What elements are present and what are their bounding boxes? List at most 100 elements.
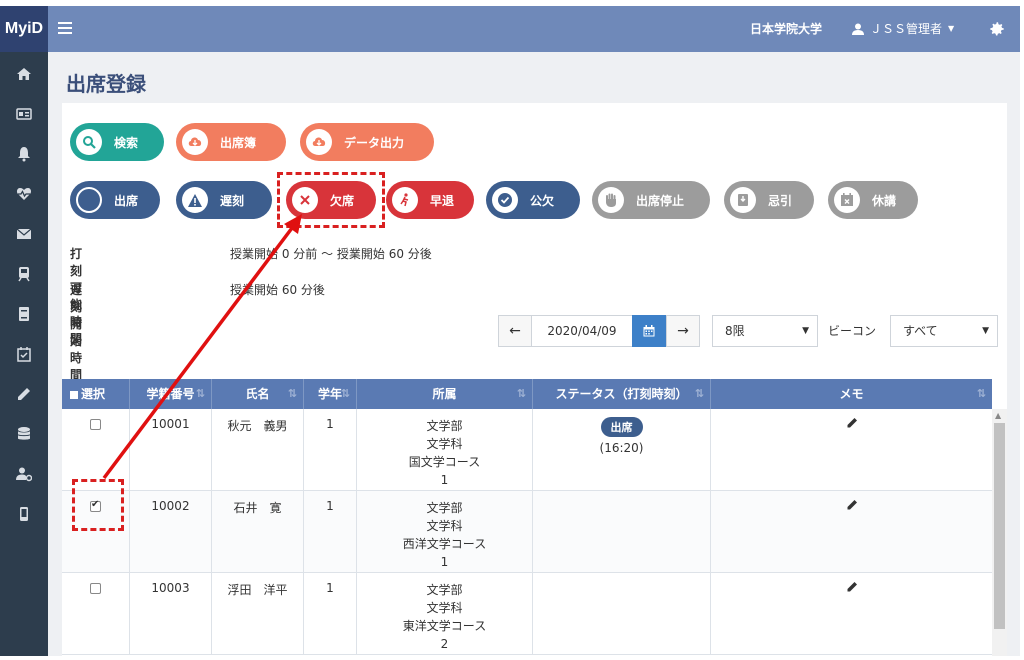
- student-affiliation: 文学部 文学科 東洋文学コース 2: [357, 573, 533, 655]
- attendance-status: 出席 (16:20): [533, 409, 711, 491]
- header-affiliation[interactable]: 所属 ⇅: [357, 379, 533, 409]
- student-id: 10001: [130, 409, 212, 491]
- menu-toggle-icon[interactable]: [58, 19, 72, 37]
- student-affiliation: 文学部 文学科 国文学コース 1: [357, 409, 533, 491]
- user-settings-icon[interactable]: [16, 466, 32, 482]
- sort-icon: ⇅: [340, 387, 350, 400]
- student-year: 1: [304, 491, 357, 573]
- student-year: 1: [304, 409, 357, 491]
- student-id: 10002: [130, 491, 212, 573]
- header-student-id[interactable]: 学籍番号 ⇅: [130, 379, 212, 409]
- user-menu[interactable]: ＪＳＳ管理者 ▼: [852, 6, 954, 52]
- bell-icon[interactable]: [16, 146, 32, 162]
- envelope-icon[interactable]: [16, 226, 32, 242]
- beacon-label: ビーコン: [828, 324, 877, 338]
- late-time-label: 遅刻開始時間: [70, 283, 83, 382]
- pencil-icon[interactable]: [846, 499, 858, 511]
- mobile-icon[interactable]: [16, 506, 32, 522]
- attendance-book-button[interactable]: 出席簿: [176, 123, 286, 161]
- memo-cell: [711, 573, 992, 655]
- book-icon[interactable]: [16, 306, 32, 322]
- university-name: 日本学院大学: [750, 22, 823, 36]
- pencil-icon[interactable]: [846, 581, 858, 593]
- database-icon[interactable]: [16, 426, 32, 442]
- highlight-absent-button: [277, 172, 385, 228]
- late-time-value: 授業開始 60 分後: [230, 283, 325, 297]
- calendar-check-icon[interactable]: [16, 346, 32, 362]
- caret-down-icon: ▼: [802, 326, 809, 336]
- student-name: 秋元 義男: [212, 409, 304, 491]
- attendance-status: [533, 491, 711, 573]
- warning-icon: [188, 193, 202, 207]
- scrollbar-thumb[interactable]: [994, 423, 1005, 629]
- student-name: 石井 寛: [212, 491, 304, 573]
- table-header: 選択 学籍番号 ⇅ 氏名 ⇅ 学年 ⇅ 所属 ⇅ ステータス（打刻時刻） ⇅ メモ ⇅: [62, 379, 992, 409]
- gear-icon[interactable]: [988, 20, 1006, 38]
- highlight-row-checkbox: [72, 479, 124, 531]
- header-memo[interactable]: メモ ⇅: [711, 379, 992, 409]
- student-id: 10003: [130, 573, 212, 655]
- status-early-leave-button[interactable]: 早退: [386, 181, 474, 219]
- check-circle-icon: [498, 193, 512, 207]
- top-bar: MyiD 日本学院大学 ＪＳＳ管理者 ▼: [0, 6, 1020, 52]
- calendar-x-icon: [841, 193, 853, 206]
- beacon-value: すべて: [903, 324, 938, 338]
- pencil-icon[interactable]: [846, 417, 858, 429]
- home-icon[interactable]: [16, 66, 32, 82]
- header-status[interactable]: ステータス（打刻時刻） ⇅: [533, 379, 711, 409]
- sidebar: [0, 52, 48, 656]
- table-scrollbar[interactable]: ▲: [992, 409, 1007, 656]
- status-present-button[interactable]: 出席: [70, 181, 160, 219]
- search-button[interactable]: 検索: [70, 123, 164, 161]
- header-name[interactable]: 氏名 ⇅: [212, 379, 304, 409]
- status-badge: 出席: [600, 417, 643, 437]
- status-late-button[interactable]: 遅刻: [176, 181, 272, 219]
- main-panel: 検索 出席簿 データ出力 出席 遅刻 欠席 早退 公欠 出席停止 忌引 休講 打…: [62, 103, 1007, 656]
- header-select[interactable]: 選択: [62, 379, 130, 409]
- period-value: 8限: [725, 324, 745, 338]
- period-select[interactable]: 8限 ▼: [712, 315, 818, 347]
- stamp-time-value: 授業開始 0 分前 〜 授業開始 60 分後: [230, 247, 432, 261]
- table-row: 10001 秋元 義男 1 文学部 文学科 国文学コース 1 出席 (16:20): [62, 409, 992, 491]
- id-card-icon[interactable]: [16, 106, 32, 122]
- calendar-icon: [643, 325, 655, 337]
- caret-down-icon: ▼: [982, 326, 989, 336]
- sort-icon: ⇅: [976, 387, 986, 400]
- header-year[interactable]: 学年 ⇅: [304, 379, 357, 409]
- calendar-button[interactable]: [632, 315, 666, 347]
- next-date-button[interactable]: →: [666, 315, 700, 347]
- prev-date-button[interactable]: ←: [498, 315, 532, 347]
- student-name: 浮田 洋平: [212, 573, 304, 655]
- student-year: 1: [304, 573, 357, 655]
- mourning-icon: [738, 194, 748, 206]
- user-icon: [852, 23, 864, 35]
- cloud-download-icon: [312, 137, 326, 146]
- status-cancelled-class-button[interactable]: 休講: [828, 181, 918, 219]
- page-title: 出席登録: [66, 72, 146, 96]
- beacon-select[interactable]: すべて ▼: [890, 315, 998, 347]
- heartbeat-icon[interactable]: [16, 186, 32, 202]
- data-export-button[interactable]: データ出力: [300, 123, 434, 161]
- hand-icon: [606, 193, 616, 207]
- arrow-right-icon: →: [677, 323, 689, 339]
- arrow-left-icon: ←: [509, 323, 521, 339]
- status-suspension-button[interactable]: 出席停止: [592, 181, 710, 219]
- date-input[interactable]: 2020/04/09: [532, 315, 632, 347]
- memo-cell: [711, 491, 992, 573]
- memo-cell: [711, 409, 992, 491]
- student-affiliation: 文学部 文学科 西洋文学コース 1: [357, 491, 533, 573]
- row-checkbox[interactable]: [90, 419, 101, 430]
- checkbox-icon: [70, 390, 78, 399]
- scroll-up-icon[interactable]: ▲: [995, 411, 1001, 420]
- sort-icon: ⇅: [195, 387, 205, 400]
- pencil-icon[interactable]: [16, 386, 32, 402]
- brand-logo[interactable]: MyiD: [0, 6, 48, 52]
- app-frame: MyiD 日本学院大学 ＪＳＳ管理者 ▼ 出席登録 検索 出席簿 データ出力 出…: [0, 6, 1020, 656]
- date-picker-group: ← 2020/04/09 →: [498, 315, 700, 347]
- status-official-absence-button[interactable]: 公欠: [486, 181, 580, 219]
- train-icon[interactable]: [16, 266, 32, 282]
- search-icon: [83, 136, 96, 149]
- row-checkbox[interactable]: [90, 583, 101, 594]
- sort-icon: ⇅: [287, 387, 297, 400]
- status-bereavement-button[interactable]: 忌引: [724, 181, 814, 219]
